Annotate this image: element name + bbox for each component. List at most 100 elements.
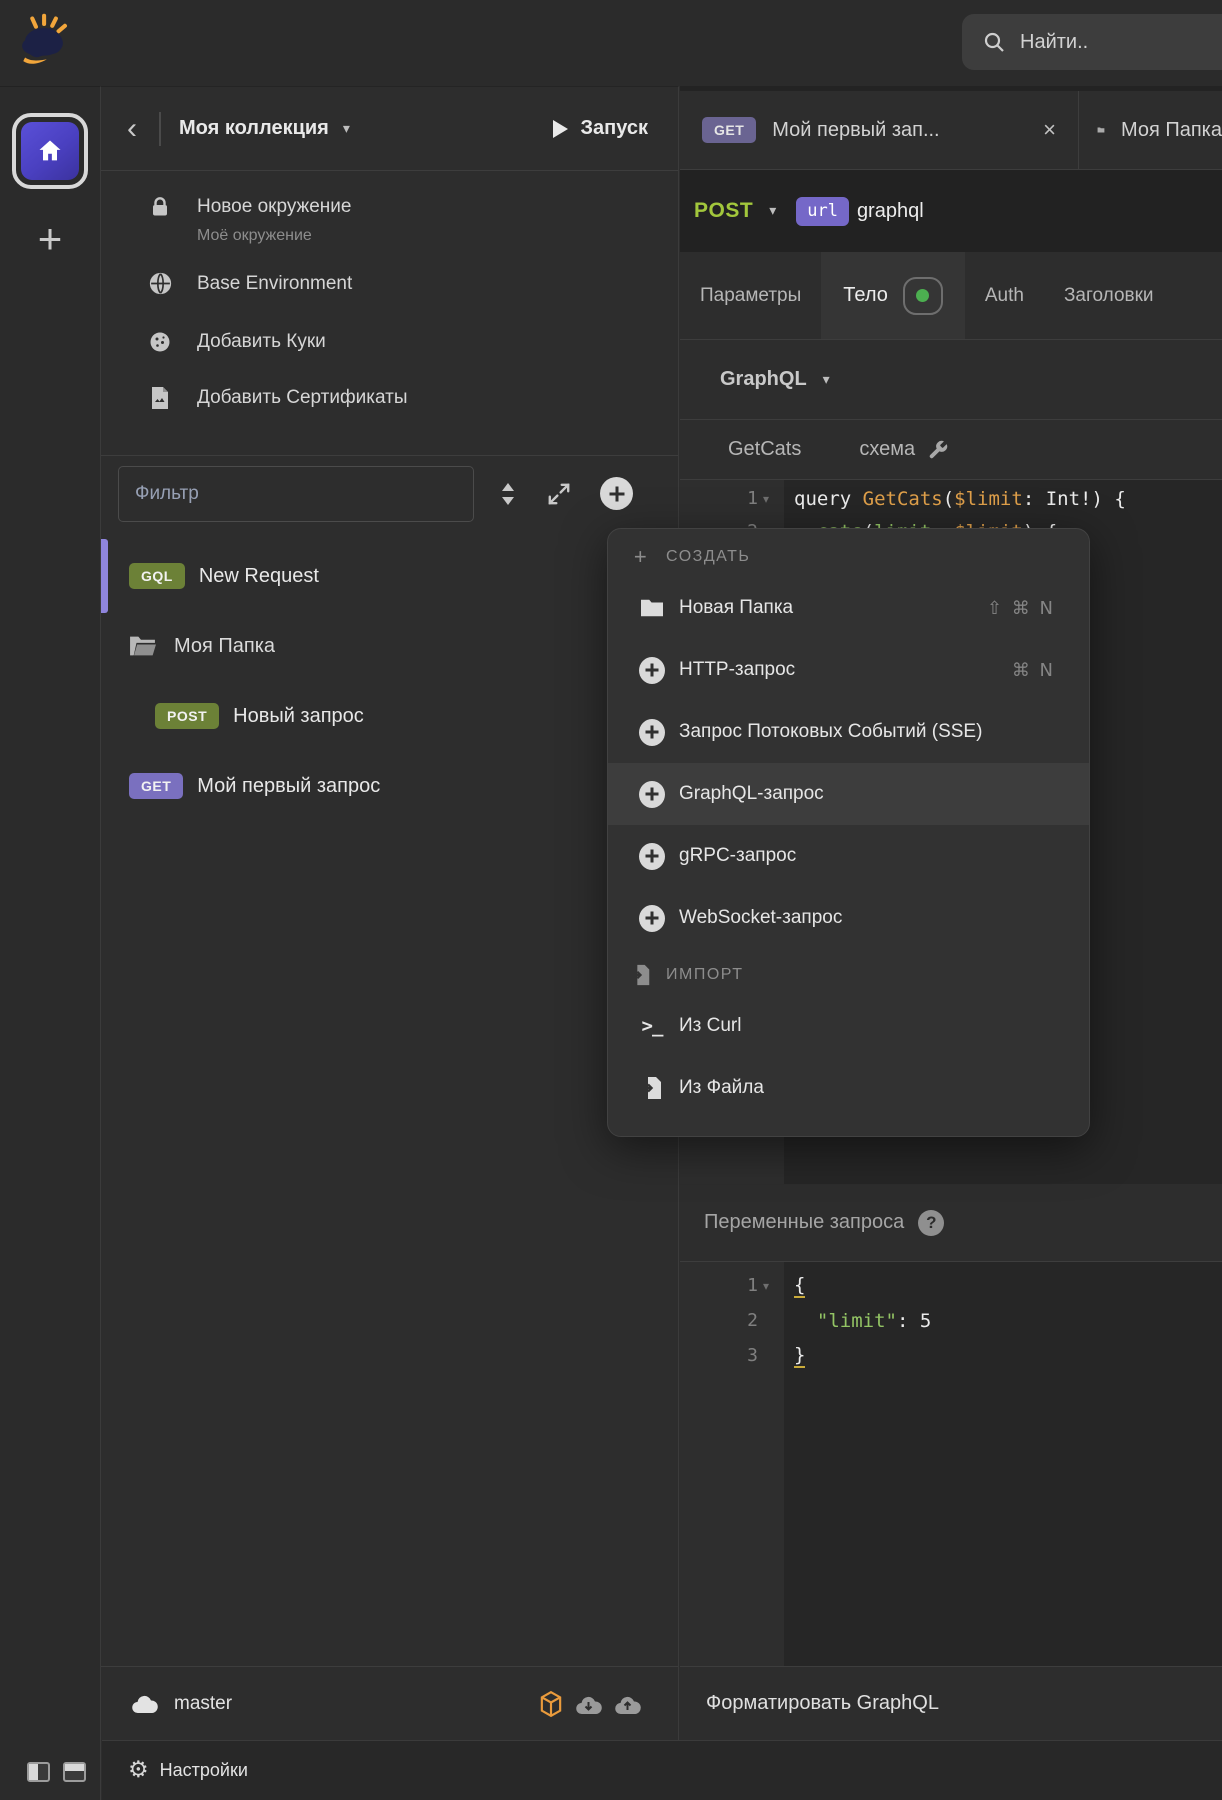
plus-circle-icon bbox=[639, 904, 665, 932]
lock-icon bbox=[147, 195, 173, 219]
method-select[interactable]: POST bbox=[694, 199, 753, 223]
body-type-select[interactable]: GraphQL bbox=[720, 368, 807, 391]
menu-item-graphql-request[interactable]: GraphQL-запрос bbox=[608, 763, 1089, 825]
menu-item-import-file[interactable]: Из Файла bbox=[608, 1057, 1089, 1119]
create-section-header: + СОЗДАТЬ bbox=[608, 537, 1089, 577]
fold-caret-icon[interactable]: ▾ bbox=[758, 1279, 774, 1293]
environment-item-new[interactable]: Новое окружение bbox=[101, 195, 678, 219]
settings-button[interactable]: Настройки bbox=[160, 1760, 248, 1781]
workspace-home-button[interactable] bbox=[12, 113, 88, 189]
url-input[interactable]: graphql bbox=[857, 200, 924, 223]
shortcut-label: ⇧ ⌘ N bbox=[987, 597, 1055, 619]
app-window: + ‹ Моя коллекция ▾ Запуск bbox=[0, 0, 1222, 1800]
expand-all-button[interactable] bbox=[546, 481, 572, 507]
tab-headers[interactable]: Заголовки bbox=[1044, 252, 1174, 339]
vars-line-3: } bbox=[794, 1343, 806, 1368]
menu-item-import-curl[interactable]: >_ Из Curl bbox=[608, 995, 1089, 1057]
environment-item-base[interactable]: Base Environment bbox=[101, 271, 678, 296]
environment-label: Base Environment bbox=[197, 272, 353, 294]
header-divider bbox=[159, 111, 161, 146]
plus-circle-icon bbox=[639, 842, 665, 870]
folder-open-icon bbox=[130, 636, 156, 656]
sort-icon bbox=[502, 482, 514, 505]
request-item-novy-zapros[interactable]: POST Новый запрос bbox=[101, 681, 678, 751]
menu-item-new-folder[interactable]: Новая Папка ⇧ ⌘ N bbox=[608, 577, 1089, 639]
sort-button[interactable] bbox=[496, 480, 520, 508]
close-tab-icon[interactable]: × bbox=[1043, 119, 1056, 141]
method-badge-gql: GQL bbox=[129, 563, 185, 589]
statusbar: ⚙ Настройки bbox=[102, 1740, 1222, 1800]
tab-body[interactable]: Тело bbox=[821, 252, 965, 339]
request-list: GQL New Request Моя Папка POST Новый зап… bbox=[101, 531, 678, 1666]
tab-title: Моя Папка bbox=[1120, 118, 1222, 141]
collection-sidebar: ‹ Моя коллекция ▾ Запуск Новое окружение… bbox=[101, 86, 679, 1740]
add-certificates-item[interactable]: Добавить Сертификаты bbox=[101, 386, 678, 410]
request-label: New Request bbox=[198, 564, 319, 587]
chevron-down-icon[interactable]: ▾ bbox=[823, 372, 830, 388]
tab-title: Мой первый зап... bbox=[772, 118, 940, 141]
cloud-download-icon[interactable] bbox=[575, 1692, 603, 1716]
add-workspace-button[interactable]: + bbox=[0, 211, 100, 267]
tab-operation-getcats[interactable]: GetCats bbox=[728, 438, 801, 461]
editor-gutter: 1 ▾ 2 3 bbox=[680, 1262, 784, 1666]
tab-auth[interactable]: Auth bbox=[965, 252, 1044, 339]
global-search[interactable] bbox=[962, 14, 1222, 70]
filter-toolbar bbox=[101, 456, 678, 531]
tab-schema[interactable]: схема bbox=[859, 438, 949, 461]
method-badge-get: GET bbox=[129, 773, 184, 799]
variables-title: Переменные запроса bbox=[704, 1211, 905, 1233]
package-icon[interactable] bbox=[538, 1690, 564, 1718]
menu-item-grpc-request[interactable]: gRPC-запрос bbox=[608, 825, 1089, 887]
menu-item-websocket-request[interactable]: WebSocket-запрос bbox=[608, 887, 1089, 949]
terminal-icon: >_ bbox=[641, 1015, 664, 1037]
schema-label: схема bbox=[859, 438, 916, 460]
request-item-moy-pervy-zapros[interactable]: GET Мой первый запрос bbox=[101, 751, 678, 821]
help-icon[interactable]: ? bbox=[918, 1209, 945, 1236]
file-import-icon bbox=[639, 1076, 665, 1100]
tab-body-label: Тело bbox=[843, 284, 888, 306]
tab-params[interactable]: Параметры bbox=[680, 252, 821, 339]
environment-label: Новое окружение bbox=[197, 196, 352, 217]
request-tabstrip: GET Мой первый зап... × Моя Папка bbox=[680, 86, 1222, 170]
tab-folder-moya-papka[interactable]: Моя Папка bbox=[1079, 91, 1222, 169]
line-number: 1 bbox=[747, 488, 758, 509]
run-collection-button[interactable]: Запуск bbox=[552, 117, 648, 140]
layout-toggles bbox=[0, 1754, 100, 1790]
request-item-new-request[interactable]: GQL New Request bbox=[101, 539, 678, 613]
collection-title-button[interactable]: Моя коллекция ▾ bbox=[179, 117, 350, 140]
cloud-upload-icon[interactable] bbox=[614, 1692, 642, 1716]
vars-line-1: { bbox=[794, 1273, 806, 1298]
environment-section: Новое окружение Моё окружение Base Envir… bbox=[101, 171, 678, 456]
filter-input[interactable] bbox=[118, 465, 474, 522]
shortcut-label: ⌘ N bbox=[1011, 659, 1055, 681]
folder-icon bbox=[1097, 127, 1105, 133]
chevron-down-icon: ▾ bbox=[342, 120, 350, 137]
request-section-tabs: Параметры Тело Auth Заголовки bbox=[680, 252, 1222, 340]
back-button[interactable]: ‹ bbox=[119, 111, 145, 145]
chevron-left-icon: ‹ bbox=[127, 111, 137, 145]
gear-icon[interactable]: ⚙ bbox=[128, 1759, 149, 1782]
sync-footer: master bbox=[101, 1666, 678, 1740]
new-request-button[interactable] bbox=[600, 477, 633, 510]
chevron-down-icon[interactable]: ▾ bbox=[769, 203, 776, 219]
toggle-panel-icon[interactable] bbox=[63, 1762, 86, 1782]
collection-header: ‹ Моя коллекция ▾ Запуск bbox=[101, 87, 678, 171]
format-graphql-button[interactable]: Форматировать GraphQL bbox=[706, 1692, 939, 1715]
url-bar: POST ▾ url graphql bbox=[680, 170, 1222, 252]
fold-caret-icon[interactable]: ▾ bbox=[758, 492, 774, 506]
tab-moy-pervy-zapros[interactable]: GET Мой первый зап... × bbox=[680, 91, 1079, 169]
menu-item-sse-request[interactable]: Запрос Потоковых Событий (SSE) bbox=[608, 701, 1089, 763]
plus-icon: + bbox=[37, 215, 63, 262]
search-input[interactable] bbox=[1020, 30, 1180, 54]
editor-code[interactable]: { "limit": 5 } bbox=[784, 1262, 1222, 1666]
play-icon bbox=[552, 119, 568, 138]
menu-item-http-request[interactable]: HTTP-запрос ⌘ N bbox=[608, 639, 1089, 701]
variables-editor[interactable]: 1 ▾ 2 3 { "limit": 5 } bbox=[680, 1262, 1222, 1666]
add-cookies-item[interactable]: Добавить Куки bbox=[101, 330, 678, 354]
request-label: Новый запрос bbox=[233, 704, 364, 727]
app-logo-icon bbox=[16, 12, 74, 74]
green-dot-icon bbox=[916, 289, 930, 302]
folder-item-moya-papka[interactable]: Моя Папка bbox=[101, 611, 678, 681]
variables-header: Переменные запроса ? bbox=[680, 1184, 1222, 1262]
toggle-sidebar-icon[interactable] bbox=[27, 1762, 50, 1782]
